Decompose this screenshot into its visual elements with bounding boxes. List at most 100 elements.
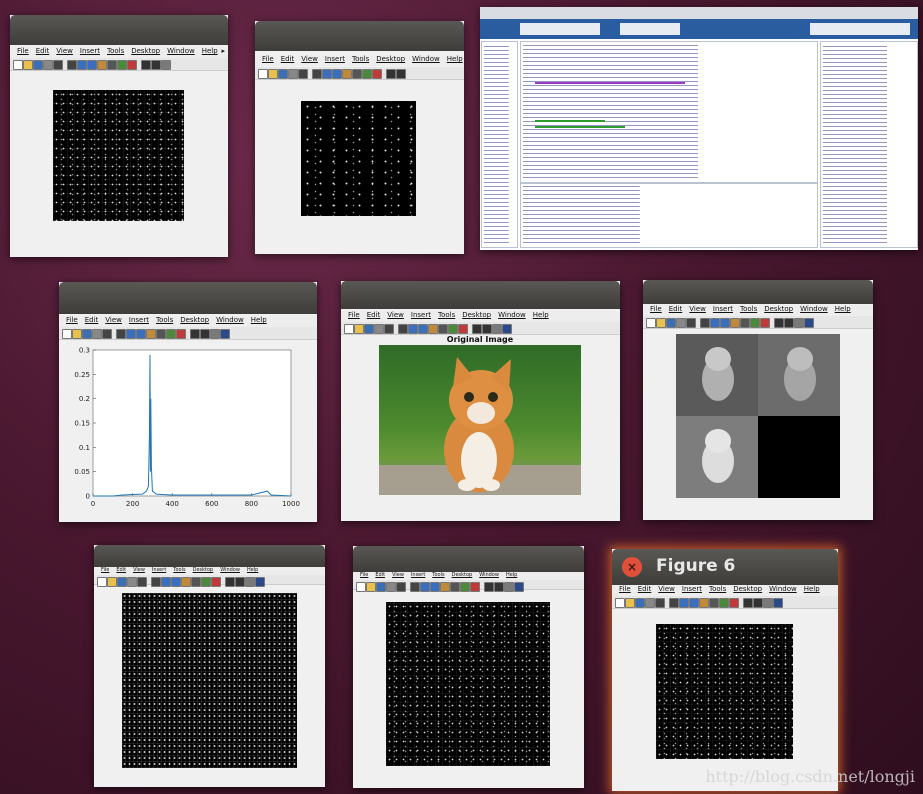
menu-help[interactable]: Help — [447, 55, 463, 63]
toolbar-button-icon[interactable] — [699, 598, 709, 608]
menu-window[interactable]: Window — [769, 585, 797, 593]
toolbar-button-icon[interactable] — [740, 318, 750, 328]
toolbar-button-icon[interactable] — [689, 598, 699, 608]
toolbar-button-icon[interactable] — [484, 582, 494, 592]
figure-window-2[interactable]: File Edit View Insert Tools Desktop Window Help — [255, 21, 464, 254]
toolbar-button-icon[interactable] — [225, 577, 235, 587]
toolbar-button-icon[interactable] — [774, 318, 784, 328]
toolbar-button-icon[interactable] — [700, 318, 710, 328]
toolbar-button-icon[interactable] — [97, 60, 107, 70]
toolbar-button-icon[interactable] — [364, 324, 374, 334]
figure-window-histogram[interactable]: File Edit View Insert Tools Desktop Window Help… — [59, 282, 317, 522]
toolbar-button-icon[interactable] — [458, 324, 468, 334]
toolbar-button-icon[interactable] — [450, 582, 460, 592]
window-titlebar[interactable] — [353, 546, 584, 572]
menu-file[interactable]: File — [17, 47, 29, 55]
toolbar-button-icon[interactable] — [235, 577, 245, 587]
toolbar-button-icon[interactable] — [161, 577, 171, 587]
toolbar-button-icon[interactable] — [87, 60, 97, 70]
toolbar-button-icon[interactable] — [460, 582, 470, 592]
menu-desktop[interactable]: Desktop — [764, 305, 793, 313]
menu-file[interactable]: File — [348, 311, 360, 319]
menu-view[interactable]: View — [105, 316, 122, 324]
menu-window[interactable]: Window — [167, 47, 195, 55]
figure-window-grayscale[interactable]: File Edit View Insert Tools Desktop Window Help — [643, 280, 873, 520]
menu-window[interactable]: Window — [498, 311, 526, 319]
toolbar-button-icon[interactable] — [396, 582, 406, 592]
window-titlebar[interactable] — [10, 15, 228, 45]
menu-edit[interactable]: Edit — [36, 47, 50, 55]
window-titlebar[interactable]: × Figure 6 — [612, 549, 838, 585]
menu-help[interactable]: Help — [251, 316, 267, 324]
menu-window[interactable]: Window — [479, 572, 499, 578]
toolbar-button-icon[interactable] — [151, 577, 161, 587]
figure-window-1[interactable]: File Edit View Insert Tools Desktop Window Help… — [10, 15, 228, 257]
menu-help[interactable]: Help — [247, 567, 258, 573]
menu-help[interactable]: Help — [533, 311, 549, 319]
menu-file[interactable]: File — [360, 572, 368, 578]
menu-tools[interactable]: Tools — [438, 311, 455, 319]
menu-edit[interactable]: Edit — [367, 311, 381, 319]
menu-window[interactable]: Window — [216, 316, 244, 324]
toolbar-button-icon[interactable] — [494, 582, 504, 592]
toolbar-button-icon[interactable] — [356, 582, 366, 592]
toolbar-button-icon[interactable] — [176, 329, 186, 339]
toolbar-button-icon[interactable] — [743, 598, 753, 608]
toolbar-button-icon[interactable] — [352, 69, 362, 79]
toolbar-button-icon[interactable] — [117, 60, 127, 70]
menu-tools[interactable]: Tools — [432, 572, 444, 578]
toolbar-button-icon[interactable] — [136, 329, 146, 339]
menu-view[interactable]: View — [133, 567, 145, 573]
menu-tools[interactable]: Tools — [107, 47, 124, 55]
menu-help[interactable]: Help — [804, 585, 820, 593]
toolbar-button-icon[interactable] — [141, 60, 151, 70]
toolbar-button-icon[interactable] — [418, 324, 428, 334]
menu-view[interactable]: View — [387, 311, 404, 319]
toolbar-button-icon[interactable] — [398, 324, 408, 334]
toolbar-button-icon[interactable] — [615, 598, 625, 608]
toolbar-button-icon[interactable] — [669, 598, 679, 608]
menu-desktop[interactable]: Desktop — [462, 311, 491, 319]
toolbar-button-icon[interactable] — [82, 329, 92, 339]
toolbar-button-icon[interactable] — [190, 329, 200, 339]
menu-help[interactable]: Help — [835, 305, 851, 313]
menu-edit[interactable]: Edit — [375, 572, 385, 578]
toolbar-button-icon[interactable] — [77, 60, 87, 70]
menu-edit[interactable]: Edit — [116, 567, 126, 573]
toolbar-button-icon[interactable] — [502, 324, 512, 334]
toolbar-button-icon[interactable] — [298, 69, 308, 79]
menu-desktop[interactable]: Desktop — [733, 585, 762, 593]
window-titlebar[interactable] — [94, 545, 325, 567]
toolbar-button-icon[interactable] — [729, 598, 739, 608]
toolbar-button-icon[interactable] — [181, 577, 191, 587]
toolbar-button-icon[interactable] — [666, 318, 676, 328]
menu-insert[interactable]: Insert — [80, 47, 100, 55]
toolbar-button-icon[interactable] — [492, 324, 502, 334]
toolbar-button-icon[interactable] — [646, 318, 656, 328]
menu-help[interactable]: Help — [202, 47, 218, 55]
menu-edit[interactable]: Edit — [85, 316, 99, 324]
toolbar-button-icon[interactable] — [23, 60, 33, 70]
menu-edit[interactable]: Edit — [281, 55, 295, 63]
toolbar-button-icon[interactable] — [127, 577, 137, 587]
toolbar-button-icon[interactable] — [211, 577, 221, 587]
close-icon[interactable]: × — [622, 557, 642, 577]
menu-view[interactable]: View — [56, 47, 73, 55]
toolbar-button-icon[interactable] — [730, 318, 740, 328]
menu-desktop[interactable]: Desktop — [193, 567, 214, 573]
toolbar-button-icon[interactable] — [719, 598, 729, 608]
toolbar-button-icon[interactable] — [470, 582, 480, 592]
toolbar-button-icon[interactable] — [97, 577, 107, 587]
toolbar-button-icon[interactable] — [784, 318, 794, 328]
toolbar-button-icon[interactable] — [366, 582, 376, 592]
toolbar-button-icon[interactable] — [655, 598, 665, 608]
toolbar-button-icon[interactable] — [676, 318, 686, 328]
menu-file[interactable]: File — [101, 567, 109, 573]
menu-tools[interactable]: Tools — [352, 55, 369, 63]
matlab-ribbon[interactable] — [480, 19, 918, 39]
menu-desktop[interactable]: Desktop — [376, 55, 405, 63]
menu-window[interactable]: Window — [220, 567, 240, 573]
window-titlebar[interactable] — [59, 282, 317, 314]
toolbar-button-icon[interactable] — [625, 598, 635, 608]
toolbar-button-icon[interactable] — [107, 577, 117, 587]
